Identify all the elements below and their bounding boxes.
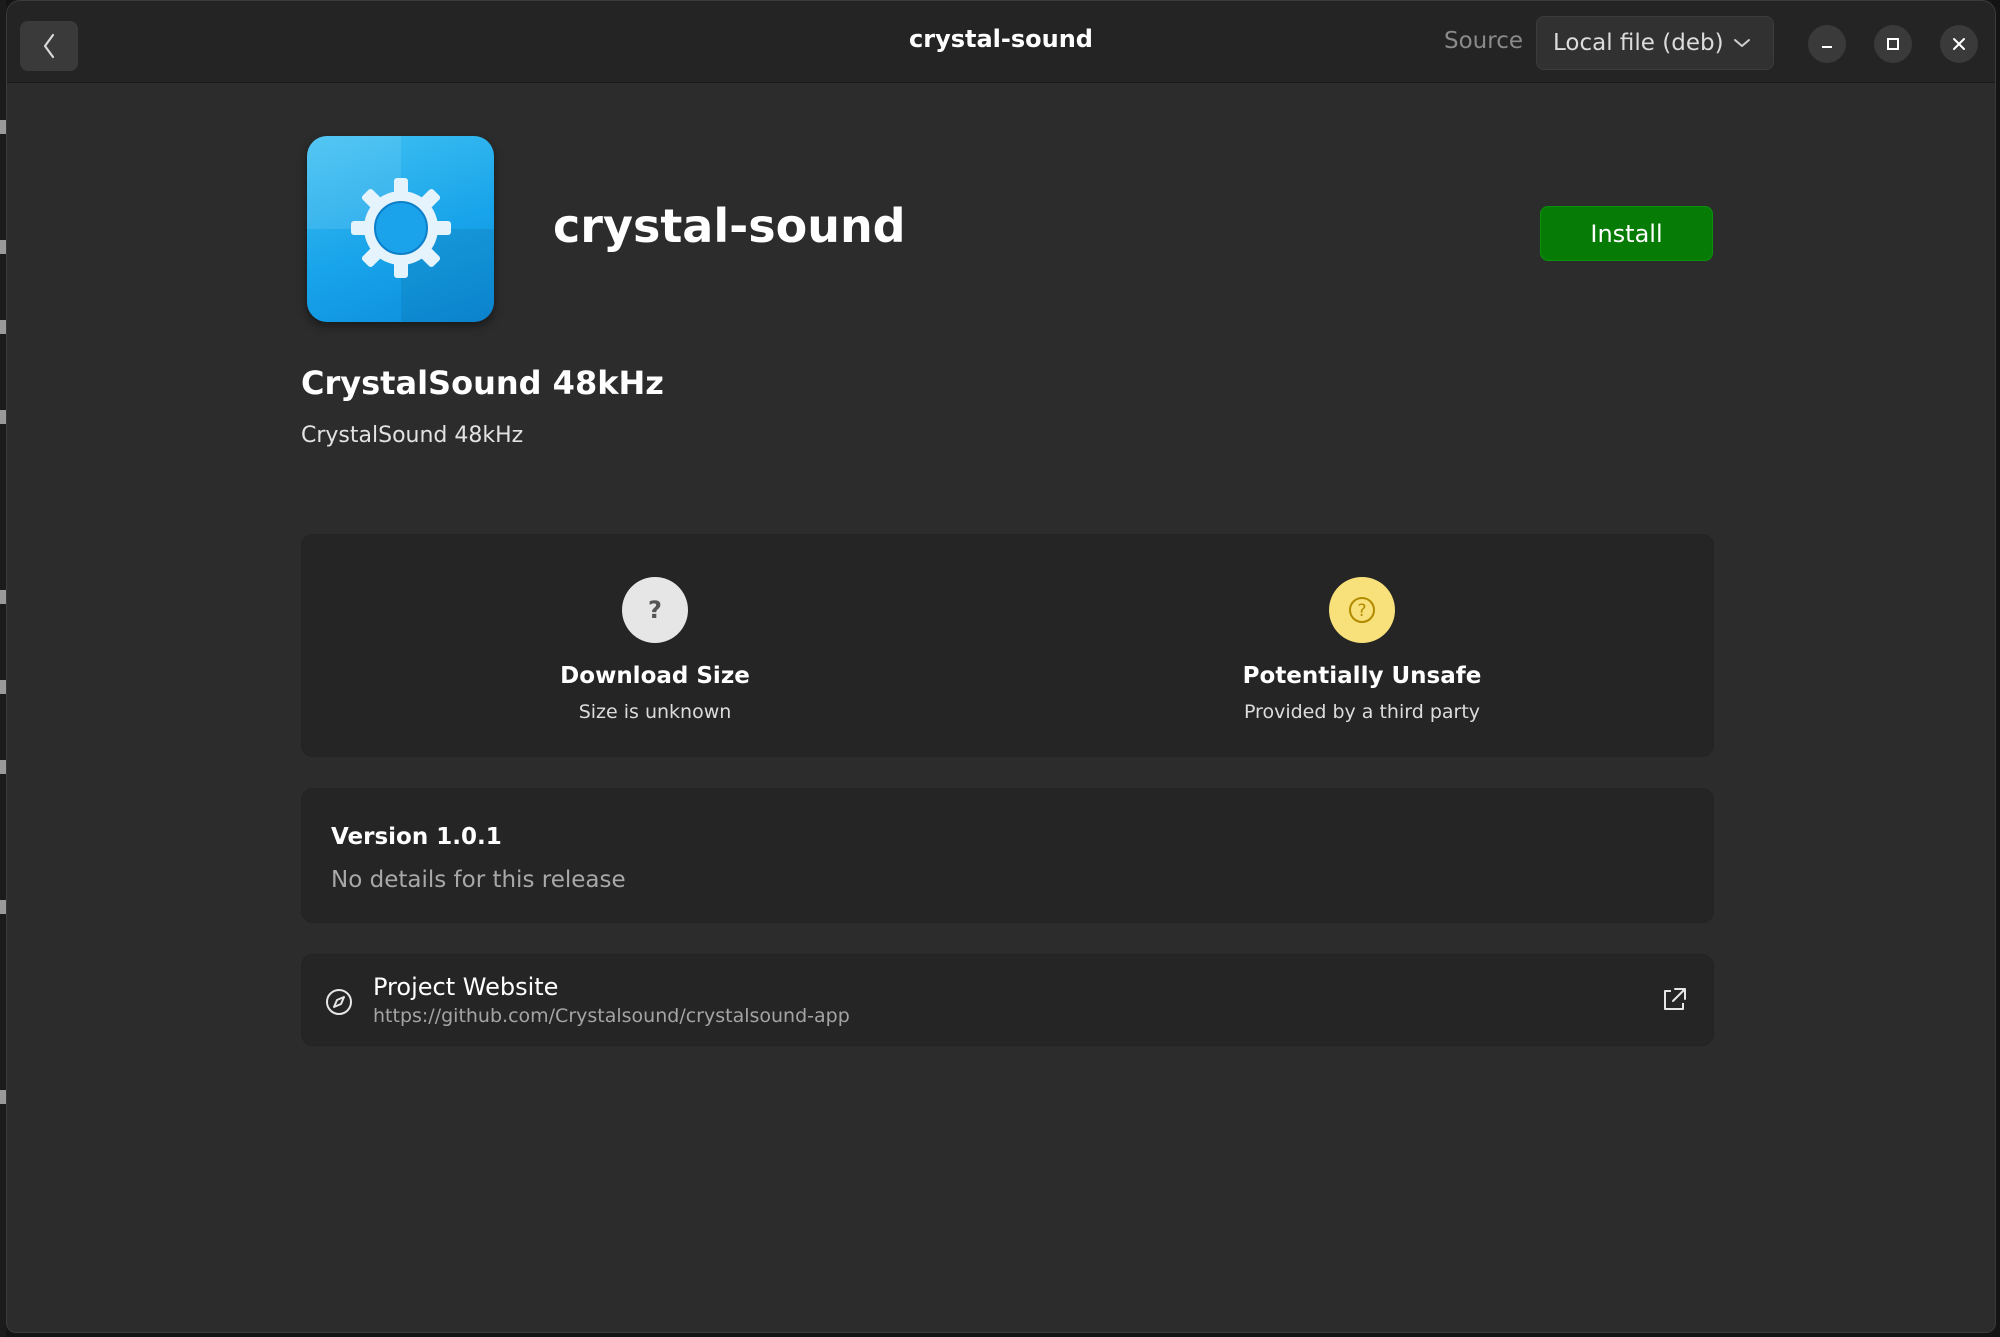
install-button[interactable]: Install [1540, 206, 1713, 261]
safety-subtitle: Provided by a third party [1243, 701, 1481, 723]
minimize-icon [1822, 46, 1832, 48]
app-description: CrystalSound 48kHz [301, 423, 524, 448]
version-card: Version 1.0.1 No details for this releas… [301, 788, 1714, 923]
safety-tile: ? Potentially Unsafe Provided by a third… [1162, 577, 1562, 723]
safety-badge: ? [1329, 577, 1395, 643]
app-name: crystal-sound [553, 199, 906, 253]
maximize-icon [1887, 38, 1899, 50]
external-link-icon[interactable] [1659, 985, 1689, 1015]
version-details: No details for this release [331, 867, 626, 893]
svg-text:?: ? [1357, 601, 1366, 621]
minimize-button[interactable] [1808, 25, 1846, 63]
version-title: Version 1.0.1 [331, 824, 502, 850]
project-website-url: https://github.com/Crystalsound/crystals… [373, 1005, 850, 1027]
close-icon [1953, 38, 1965, 50]
project-website-row[interactable]: Project Website https://github.com/Cryst… [301, 954, 1714, 1046]
compass-icon [326, 989, 352, 1015]
app-summary: CrystalSound 48kHz [301, 364, 664, 402]
svg-text:?: ? [648, 596, 662, 624]
source-label: Source [1444, 28, 1523, 54]
question-icon: ? [648, 596, 662, 624]
close-button[interactable] [1940, 25, 1978, 63]
info-card: ? Download Size Size is unknown ? Potent… [301, 534, 1714, 757]
download-size-value: Size is unknown [578, 701, 732, 723]
gear-icon [351, 178, 451, 278]
maximize-button[interactable] [1874, 25, 1912, 63]
source-selected-value: Local file (deb) [1553, 30, 1724, 56]
download-size-badge: ? [622, 577, 688, 643]
project-website-title: Project Website [373, 973, 559, 1001]
chevron-down-icon [1734, 39, 1750, 47]
source-dropdown[interactable]: Local file (deb) [1536, 16, 1774, 70]
app-icon [307, 136, 494, 322]
safety-title: Potentially Unsafe [1242, 663, 1482, 689]
warning-question-icon: ? [1349, 597, 1375, 623]
download-size-title: Download Size [560, 663, 750, 689]
header-bar: crystal-sound Source Local file (deb) [7, 1, 1995, 83]
download-size-tile: ? Download Size Size is unknown [455, 577, 855, 723]
app-window: crystal-sound Source Local file (deb) cr… [6, 0, 1996, 1333]
